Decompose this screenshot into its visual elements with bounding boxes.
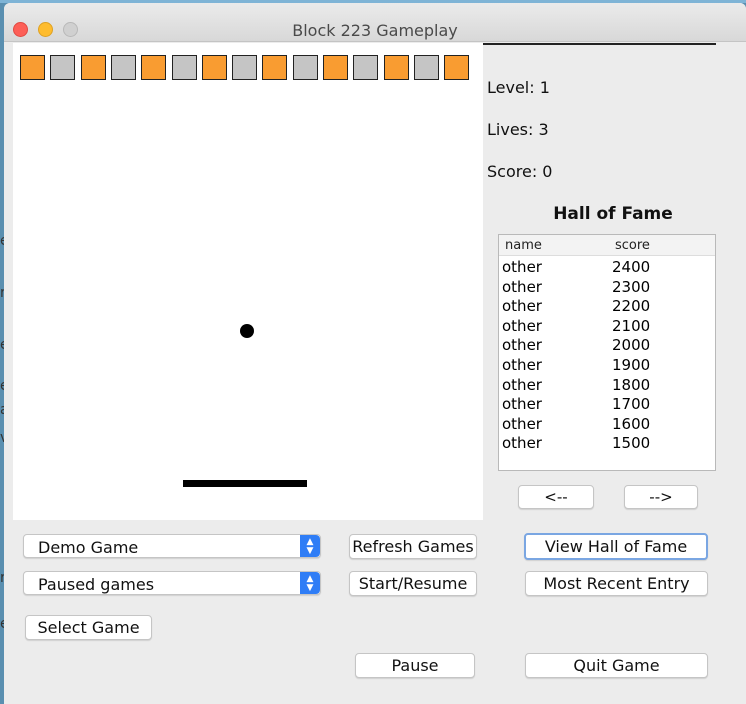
table-row[interactable]: other 2200	[499, 297, 715, 317]
row-score: 2400	[612, 258, 651, 276]
paddle	[183, 480, 307, 487]
row-name: other	[502, 316, 542, 335]
row-name: other	[502, 277, 542, 296]
hall-of-fame-title: Hall of Fame	[553, 204, 673, 224]
row-name: other	[502, 336, 542, 355]
prev-page-button[interactable]: <--	[518, 485, 594, 509]
block	[323, 55, 348, 80]
row-name: other	[502, 375, 542, 394]
level-label: Level: 1	[487, 78, 550, 97]
hall-of-fame-table[interactable]: name score other 2400 other 2300 other 2200 ot…	[498, 234, 716, 471]
game-select-value: Demo Game	[38, 538, 139, 557]
row-name: other	[502, 356, 542, 374]
block	[110, 55, 136, 80]
row-name: other	[502, 414, 542, 433]
quit-game-button[interactable]: Quit Game	[525, 653, 708, 678]
game-canvas[interactable]	[13, 43, 483, 520]
gameplay-window: Block 223 Gameplay Level: 1 Lives: 3 Sco…	[4, 3, 746, 704]
column-header-score[interactable]: score	[615, 238, 650, 253]
paused-games-select-value: Paused games	[38, 575, 155, 594]
pause-button[interactable]: Pause	[355, 653, 475, 678]
block	[141, 55, 167, 80]
row-name: other	[502, 258, 542, 276]
row-score: 2000	[612, 336, 651, 355]
table-row[interactable]: other 1900	[499, 356, 715, 376]
block	[201, 55, 227, 80]
block	[171, 55, 197, 80]
table-header: name score	[499, 235, 715, 256]
title-bar[interactable]: Block 223 Gameplay	[4, 3, 746, 42]
chevron-updown-icon: ▲ ▼	[300, 535, 320, 557]
row-score: 1800	[612, 375, 651, 394]
select-game-button[interactable]: Select Game	[25, 615, 152, 640]
table-row[interactable]: other 1600	[499, 415, 715, 435]
lives-label: Lives: 3	[487, 120, 549, 139]
game-select[interactable]: Demo Game ▲ ▼	[23, 534, 321, 558]
block	[353, 55, 379, 80]
row-score: 2100	[612, 316, 651, 335]
block	[413, 55, 439, 80]
block	[383, 55, 409, 80]
row-name: other	[502, 395, 542, 414]
row-name: other	[502, 434, 542, 453]
table-row[interactable]: other 1700	[499, 395, 715, 415]
start-resume-button[interactable]: Start/Resume	[349, 571, 477, 596]
next-page-button[interactable]: -->	[624, 485, 698, 509]
table-row[interactable]: other 2000	[499, 336, 715, 356]
row-score: 1700	[612, 395, 651, 414]
score-label: Score: 0	[487, 162, 553, 181]
table-row[interactable]: other 2100	[499, 317, 715, 337]
row-score: 2200	[612, 297, 651, 316]
row-score: 1900	[612, 356, 651, 374]
table-row[interactable]: other 2300	[499, 278, 715, 298]
paused-games-select[interactable]: Paused games ▲ ▼	[23, 571, 321, 595]
row-score: 1600	[612, 414, 651, 433]
table-row[interactable]: other 1800	[499, 376, 715, 396]
table-row[interactable]: other 1500	[499, 434, 715, 454]
window-title: Block 223 Gameplay	[292, 21, 458, 40]
block	[50, 55, 76, 80]
column-header-name[interactable]: name	[505, 238, 542, 253]
row-score: 1500	[612, 434, 651, 453]
block	[20, 55, 45, 80]
chevron-updown-icon: ▲ ▼	[300, 572, 320, 594]
block	[80, 55, 106, 80]
block	[444, 55, 470, 80]
block	[232, 55, 258, 80]
most-recent-entry-button[interactable]: Most Recent Entry	[525, 571, 708, 596]
row-score: 2300	[612, 277, 651, 296]
ball	[240, 324, 254, 338]
block	[262, 55, 288, 80]
view-hall-of-fame-button[interactable]: View Hall of Fame	[524, 533, 708, 560]
row-name: other	[502, 297, 542, 316]
block	[292, 55, 318, 80]
table-row[interactable]: other 2400	[499, 258, 715, 278]
refresh-games-button[interactable]: Refresh Games	[349, 534, 477, 559]
panel-divider	[483, 43, 716, 45]
